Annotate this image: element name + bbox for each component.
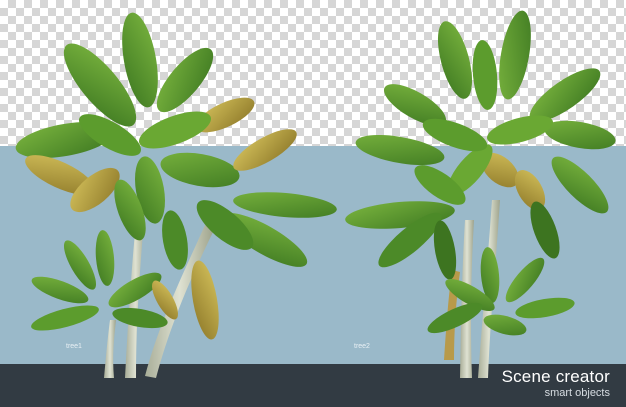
tree1-small-plant <box>31 230 178 331</box>
tree1-label: tree1 <box>66 343 82 350</box>
tree2-label: tree2 <box>354 343 370 350</box>
banana-trees-render <box>15 10 616 378</box>
brand-subtitle: smart objects <box>544 387 610 399</box>
tree2-foliage <box>345 10 616 280</box>
brand-title: Scene creator <box>501 367 610 386</box>
